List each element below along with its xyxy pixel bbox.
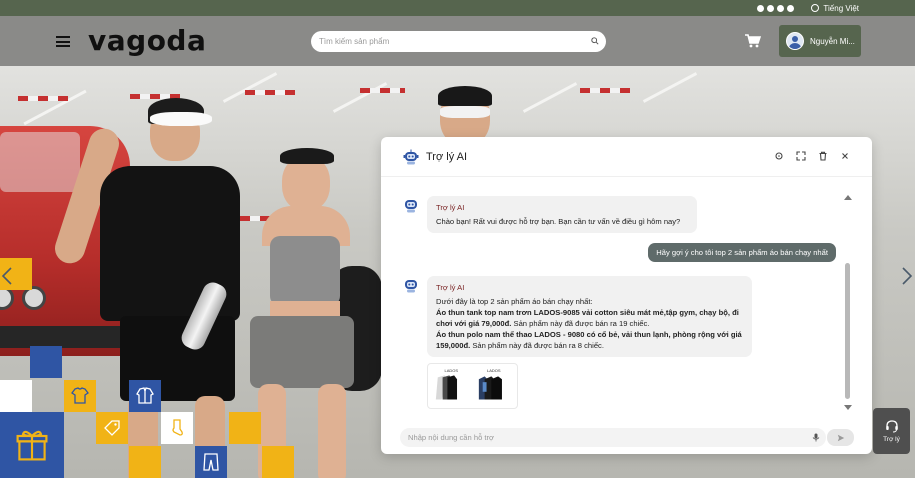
expand-icon[interactable] [796, 151, 806, 161]
chat-scrollbar[interactable] [845, 263, 850, 399]
bot-name: Trợ lý AI [436, 283, 465, 292]
gift-tile-icon [0, 412, 64, 478]
chat-input[interactable] [400, 428, 800, 447]
search-input[interactable] [311, 31, 606, 52]
chat-message-bot: Trợ lý AI Dưới đây là top 2 sản phẩm áo … [402, 276, 752, 357]
refresh-icon[interactable] [774, 151, 784, 161]
ai-assistant-label: Trợ lý [883, 436, 900, 443]
search-icon[interactable] [591, 37, 599, 45]
user-name: Nguyễn Mi... [810, 36, 855, 46]
bot-message-text: Chào bạn! Rất vui được hỗ trợ bạn. Bạn c… [436, 217, 681, 226]
send-button[interactable] [827, 429, 854, 446]
pinterest-icon[interactable] [777, 4, 785, 12]
sock-tile-icon [161, 412, 193, 444]
headset-icon [885, 420, 898, 433]
chat-messages: Trợ lý AI Chào bạn! Rất vui được hỗ trợ … [381, 177, 872, 412]
bot-name: Trợ lý AI [436, 203, 465, 212]
chat-header: Trợ lý AI [381, 137, 872, 177]
robot-icon [403, 149, 419, 164]
product-thumbnail[interactable]: LADOS [475, 368, 514, 404]
chat-message-user: Hãy gợi ý cho tôi top 2 sản phẩm áo bán … [648, 243, 836, 262]
instagram-icon[interactable] [767, 4, 775, 12]
ai-chat-window: Trợ lý AI Trợ lý AI Chào bạn! Rất vui đư… [381, 137, 872, 454]
scroll-down-icon[interactable] [844, 405, 852, 410]
jacket-tile-icon [129, 380, 161, 412]
scroll-up-icon[interactable] [844, 195, 852, 200]
chevron-left-icon[interactable] [0, 266, 14, 286]
cart-icon[interactable] [745, 34, 761, 48]
logo[interactable]: vagoda [88, 24, 206, 57]
chat-input-container [400, 428, 826, 447]
ai-assistant-button[interactable]: Trợ lý [873, 408, 910, 454]
hamburger-menu-icon[interactable] [56, 36, 70, 47]
language-label: Tiếng Việt [823, 3, 859, 13]
user-account-button[interactable]: Nguyễn Mi... [779, 25, 861, 57]
send-icon [837, 434, 844, 441]
youtube-icon[interactable] [787, 4, 795, 12]
product-thumbnail[interactable]: LADOS [432, 368, 471, 404]
product-thumbnails: LADOS LADOS [427, 363, 518, 409]
avatar [786, 32, 804, 50]
top-bar: Tiếng Việt [0, 0, 915, 16]
pants-tile-icon [195, 446, 227, 478]
shirt-tile-icon [64, 380, 96, 412]
language-selector[interactable]: Tiếng Việt [811, 4, 859, 13]
chat-message-bot: Trợ lý AI Chào bạn! Rất vui được hỗ trợ … [402, 196, 697, 233]
header: vagoda Nguyễn Mi... [0, 16, 915, 66]
product-recommendation: Áo thun tank top nam trơn LADOS-9085 vải… [436, 308, 739, 328]
trash-icon[interactable] [818, 151, 828, 161]
robot-icon [405, 280, 417, 293]
close-icon[interactable] [840, 151, 850, 161]
bot-message-intro: Dưới đây là top 2 sản phẩm áo bán chạy n… [436, 297, 593, 306]
chevron-right-icon[interactable] [900, 266, 914, 286]
chat-title: Trợ lý AI [426, 150, 468, 163]
robot-icon [405, 200, 417, 213]
globe-icon [811, 4, 820, 12]
facebook-icon[interactable] [757, 4, 765, 12]
product-recommendation: Áo thun polo nam thể thao LADOS - 9080 c… [436, 330, 742, 350]
tag-tile-icon [96, 412, 128, 444]
microphone-icon[interactable] [812, 433, 820, 442]
